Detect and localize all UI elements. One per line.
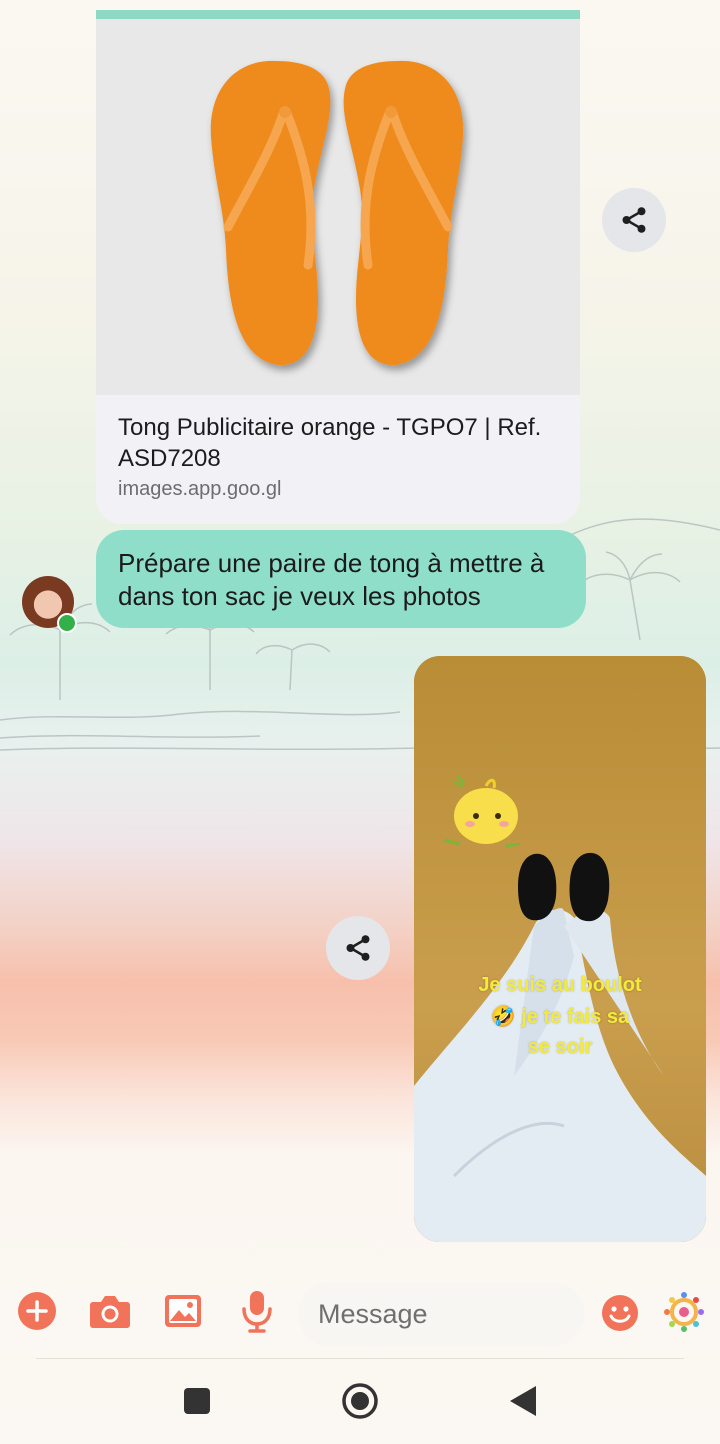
link-preview-card[interactable]: Tong Publicitaire orange - TGPO7 | Ref. … [96,10,580,524]
share-photo-button[interactable] [326,916,390,980]
image-icon [165,1295,201,1327]
sticker-icon [664,1292,704,1332]
emoji-icon [602,1295,638,1331]
home-button[interactable] [341,1382,379,1420]
sticker-button[interactable] [662,1290,706,1334]
add-button[interactable] [16,1290,58,1332]
microphone-icon [242,1291,272,1333]
camera-icon [90,1296,130,1328]
share-icon [346,935,370,961]
share-icon [622,207,646,233]
photo-image [414,656,706,1242]
emoji-button[interactable] [600,1293,640,1333]
photo-caption-line-1: Je suis au boulot [478,974,642,996]
photo-caption-line-3: se soir [527,1036,593,1058]
home-icon [342,1383,378,1419]
incoming-message-bubble[interactable]: Prépare une paire de tong à mettre à dan… [96,530,586,628]
flip-flops-image [210,60,464,366]
share-button[interactable] [602,188,666,252]
microphone-button[interactable] [238,1288,276,1334]
back-icon [510,1386,536,1416]
photo-caption-line-2: 🤣 je te fais sa [490,1006,630,1028]
toolbar-divider [36,1358,684,1359]
online-status-dot [57,613,77,633]
link-preview-title: Tong Publicitaire orange - TGPO7 | Ref. … [118,414,542,472]
add-icon [18,1292,56,1330]
gallery-button[interactable] [163,1292,203,1330]
card-accent-bar [96,10,580,19]
message-input[interactable] [316,1297,560,1331]
link-preview-url: images.app.goo.gl [118,478,282,500]
recent-apps-button[interactable] [184,1388,210,1414]
photo-message[interactable]: Je suis au boulot 🤣 je te fais sa se soi… [414,656,706,1242]
message-input-container[interactable] [298,1282,584,1346]
link-preview-image[interactable] [96,19,580,395]
back-button[interactable] [508,1384,538,1418]
camera-button[interactable] [88,1290,132,1332]
